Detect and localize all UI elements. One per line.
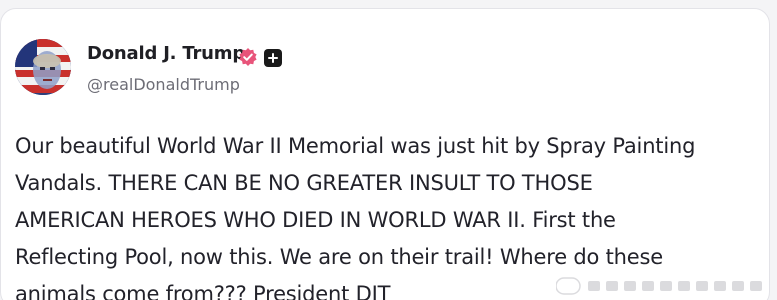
avatar-image [15,39,71,95]
verified-badge-icon [239,48,257,66]
avatar[interactable] [15,39,71,95]
watermark-graphic [556,277,762,295]
author-display-name[interactable]: Donald J. Trump [87,43,245,64]
plus-icon[interactable] [264,49,282,67]
post-card: Donald J. Trump @realDonaldTrump Our bea… [0,8,770,300]
author-handle[interactable]: @realDonaldTrump [87,75,240,94]
